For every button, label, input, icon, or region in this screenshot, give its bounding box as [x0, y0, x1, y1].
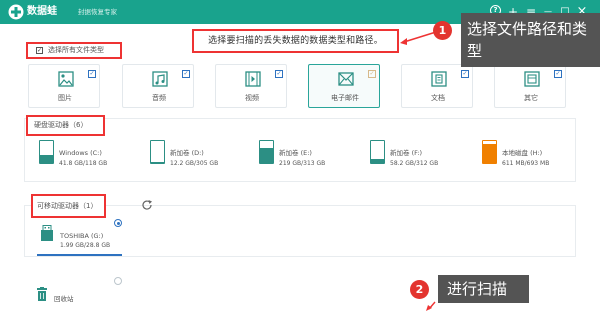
file-type-email[interactable]: 电子邮件 ✓: [308, 64, 380, 108]
drive-name: 新加卷 (E:): [279, 149, 312, 157]
hard-drives-title: 硬盘驱动器（6）: [26, 115, 105, 136]
document-icon: [431, 71, 447, 87]
usb-drive-icon: [41, 225, 53, 241]
step-1-badge: 1: [433, 21, 452, 40]
step-2-badge: 2: [410, 280, 429, 299]
drive-icon: [259, 140, 274, 164]
mail-icon: [338, 72, 354, 86]
arrow-1-icon: [400, 31, 437, 45]
checkbox-icon[interactable]: ✓: [461, 70, 469, 78]
drive-icon: [39, 140, 54, 164]
file-type-video[interactable]: 视频 ✓: [215, 64, 287, 108]
file-type-label: 电子邮件: [331, 94, 359, 102]
drive-size: 58.2 GB/312 GB: [390, 160, 439, 167]
drive-name: 本地磁盘 (H:): [502, 149, 543, 157]
checkbox-icon[interactable]: ✓: [88, 70, 96, 78]
file-type-label: 音频: [152, 94, 166, 102]
drive-item[interactable]: 本地磁盘 (H:) 611 MB/693 MB: [482, 140, 572, 172]
file-type-label: 其它: [524, 94, 538, 102]
select-all-file-types[interactable]: ✓ 选择所有文件类型: [26, 42, 122, 59]
app-name: 数据蛙: [27, 6, 57, 17]
file-type-image[interactable]: 图片 ✓: [28, 64, 100, 108]
drive-name: 新加卷 (F:): [390, 149, 423, 157]
drive-name: 新加卷 (D:): [170, 149, 204, 157]
file-type-label: 文档: [431, 94, 445, 102]
drive-size: 611 MB/693 MB: [502, 160, 550, 167]
image-icon: [58, 71, 74, 87]
usb-drive-item[interactable]: TOSHIBA (G:) 1.99 GB/28.8 GB: [40, 225, 130, 255]
select-all-checkbox[interactable]: ✓: [36, 47, 43, 54]
recycle-bin-label: 回收站: [54, 295, 74, 303]
recycle-bin-item[interactable]: 回收站: [36, 287, 96, 305]
app-subtitle: 封据恢复专家: [78, 8, 117, 16]
drive-item[interactable]: Windows (C:) 41.8 GB/118 GB: [39, 140, 129, 172]
drive-item[interactable]: 新加卷 (F:) 58.2 GB/312 GB: [370, 140, 460, 172]
file-type-other[interactable]: 其它 ✓: [494, 64, 566, 108]
checkbox-icon[interactable]: ✓: [368, 70, 376, 78]
music-icon: [152, 71, 168, 87]
file-type-document[interactable]: 文档 ✓: [401, 64, 473, 108]
recycle-bin-icon: [37, 287, 47, 301]
drive-icon: [370, 140, 385, 164]
other-icon: [524, 71, 540, 87]
drive-name: TOSHIBA (G:): [60, 232, 104, 240]
drive-size: 12.2 GB/305 GB: [170, 160, 219, 167]
file-type-label: 视频: [245, 94, 259, 102]
file-type-label: 图片: [58, 94, 72, 102]
step-2-callout: 进行扫描: [438, 275, 529, 303]
video-icon: [245, 71, 261, 87]
refresh-icon[interactable]: [141, 199, 153, 211]
drive-item[interactable]: 新加卷 (E:) 219 GB/313 GB: [259, 140, 349, 172]
drive-size: 219 GB/313 GB: [279, 160, 326, 167]
instruction-banner: 选择要扫描的丢失数据的数据类型和路径。: [192, 29, 399, 53]
select-all-label: 选择所有文件类型: [48, 46, 104, 54]
app-logo-icon: [8, 4, 24, 20]
checkbox-icon[interactable]: ✓: [182, 70, 190, 78]
step-1-callout: 选择文件路径和类型: [461, 13, 600, 67]
drive-icon: [150, 140, 165, 164]
recycle-radio[interactable]: [114, 277, 122, 285]
drive-name: Windows (C:): [59, 149, 102, 157]
checkbox-icon[interactable]: ✓: [275, 70, 283, 78]
selection-underline: [37, 254, 122, 256]
drive-size: 1.99 GB/28.8 GB: [60, 242, 111, 249]
drive-icon: [482, 140, 497, 164]
drive-size: 41.8 GB/118 GB: [59, 160, 108, 167]
file-type-audio[interactable]: 音频 ✓: [122, 64, 194, 108]
drive-item[interactable]: 新加卷 (D:) 12.2 GB/305 GB: [150, 140, 240, 172]
checkbox-icon[interactable]: ✓: [554, 70, 562, 78]
removable-drives-title: 可移动驱动器（1）: [31, 194, 106, 218]
